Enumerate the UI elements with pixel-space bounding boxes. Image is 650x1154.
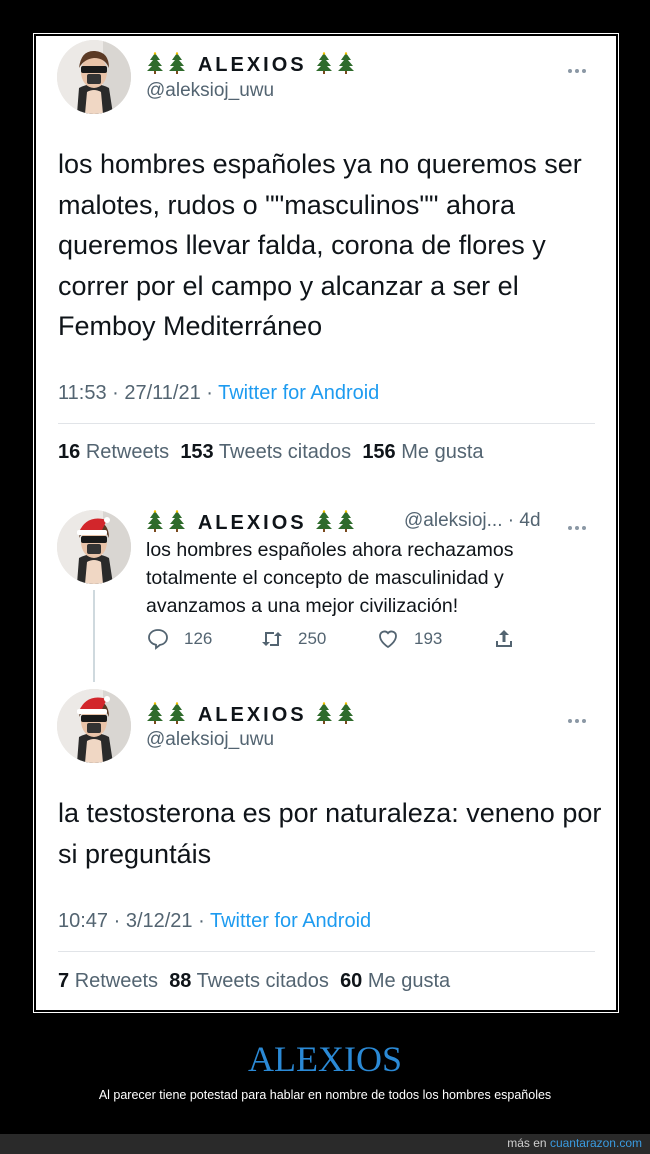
christmas-tree-icon <box>337 702 355 724</box>
tweet-text: la testosterona es por naturaleza: venen… <box>58 798 602 869</box>
reply-handle-time[interactable]: @aleksioj... · 4d <box>404 510 541 532</box>
retweet-icon <box>262 632 282 646</box>
likes-stat[interactable]: 156 Me gusta <box>362 441 483 463</box>
christmas-tree-icon <box>146 510 164 532</box>
christmas-tree-icon <box>168 510 186 532</box>
divider <box>58 423 595 424</box>
reply-display-name[interactable]: ALEXIOS <box>146 510 359 535</box>
reply-text: los hombres españoles ahora rechazamos t… <box>146 539 514 617</box>
more-icon[interactable] <box>568 710 590 723</box>
like-icon <box>379 630 397 649</box>
tweet-meta: 11:53 · 27/11/21 · Twitter for Android <box>58 382 379 405</box>
like-button[interactable]: 193 <box>376 627 442 651</box>
avatar[interactable] <box>57 689 131 763</box>
more-icon[interactable] <box>568 60 590 73</box>
quotes-stat[interactable]: 88 Tweets citados <box>169 970 329 992</box>
reply-button[interactable]: 126 <box>146 627 212 651</box>
christmas-tree-icon <box>168 702 186 724</box>
christmas-tree-icon <box>168 52 186 74</box>
tweet-card: ALEXIOS @aleksioj_uwu los hombres españo… <box>36 36 616 1010</box>
retweet-count: 250 <box>298 629 327 648</box>
tweet-source[interactable]: Twitter for Android <box>218 382 379 404</box>
display-name-text: ALEXIOS <box>197 54 307 76</box>
avatar[interactable] <box>57 40 131 114</box>
more-icon[interactable] <box>568 517 590 530</box>
tweet-stats: 7 Retweets 88 Tweets citados 60 Me gusta <box>58 970 450 993</box>
display-name[interactable]: ALEXIOS <box>146 702 359 727</box>
retweet-button[interactable]: 250 <box>260 627 326 651</box>
retweets-stat[interactable]: 16 Retweets <box>58 441 169 463</box>
caption-title: ALEXIOS <box>248 1039 402 1079</box>
caption-subtitle: Al parecer tiene potestad para hablar en… <box>98 1088 552 1102</box>
tweet-time[interactable]: 11:53 · 27/11/21 · <box>58 382 218 404</box>
christmas-tree-icon <box>337 52 355 74</box>
likes-stat[interactable]: 60 Me gusta <box>340 970 450 992</box>
retweets-stat[interactable]: 7 Retweets <box>58 970 158 992</box>
christmas-tree-icon <box>315 702 333 724</box>
tweet-source[interactable]: Twitter for Android <box>210 910 371 932</box>
thread-line <box>93 590 95 682</box>
footer-text: más en cuantarazon.com <box>507 1136 642 1150</box>
share-button[interactable] <box>492 627 530 651</box>
handle[interactable]: @aleksioj_uwu <box>146 80 274 102</box>
tweet-meta: 10:47 · 3/12/21 · Twitter for Android <box>58 910 371 933</box>
footer-bar: más en cuantarazon.com <box>0 1134 650 1154</box>
reply-avatar[interactable] <box>57 510 131 584</box>
reply-count: 126 <box>184 629 213 648</box>
christmas-tree-icon <box>337 510 355 532</box>
christmas-tree-icon <box>146 702 164 724</box>
footer-site-link[interactable]: cuantarazon.com <box>550 1136 642 1150</box>
handle[interactable]: @aleksioj_uwu <box>146 729 274 751</box>
display-name-text: ALEXIOS <box>197 704 307 726</box>
like-count: 193 <box>414 629 443 648</box>
tweet-stats: 16 Retweets 153 Tweets citados 156 Me gu… <box>58 441 484 464</box>
footer-prefix: más en <box>507 1136 550 1150</box>
display-name[interactable]: ALEXIOS <box>146 52 359 77</box>
tweet-time[interactable]: 10:47 · 3/12/21 · <box>58 910 210 932</box>
quotes-stat[interactable]: 153 Tweets citados <box>180 441 351 463</box>
screenshot-frame: ALEXIOS @aleksioj_uwu los hombres españo… <box>33 33 619 1013</box>
christmas-tree-icon <box>146 52 164 74</box>
share-icon <box>496 630 512 647</box>
tweet-text: los hombres españoles ya no queremos ser… <box>58 149 582 341</box>
reply-display-name-text: ALEXIOS <box>197 512 307 534</box>
christmas-tree-icon <box>315 52 333 74</box>
christmas-tree-icon <box>315 510 333 532</box>
reply-icon <box>148 629 168 650</box>
divider <box>58 951 595 952</box>
